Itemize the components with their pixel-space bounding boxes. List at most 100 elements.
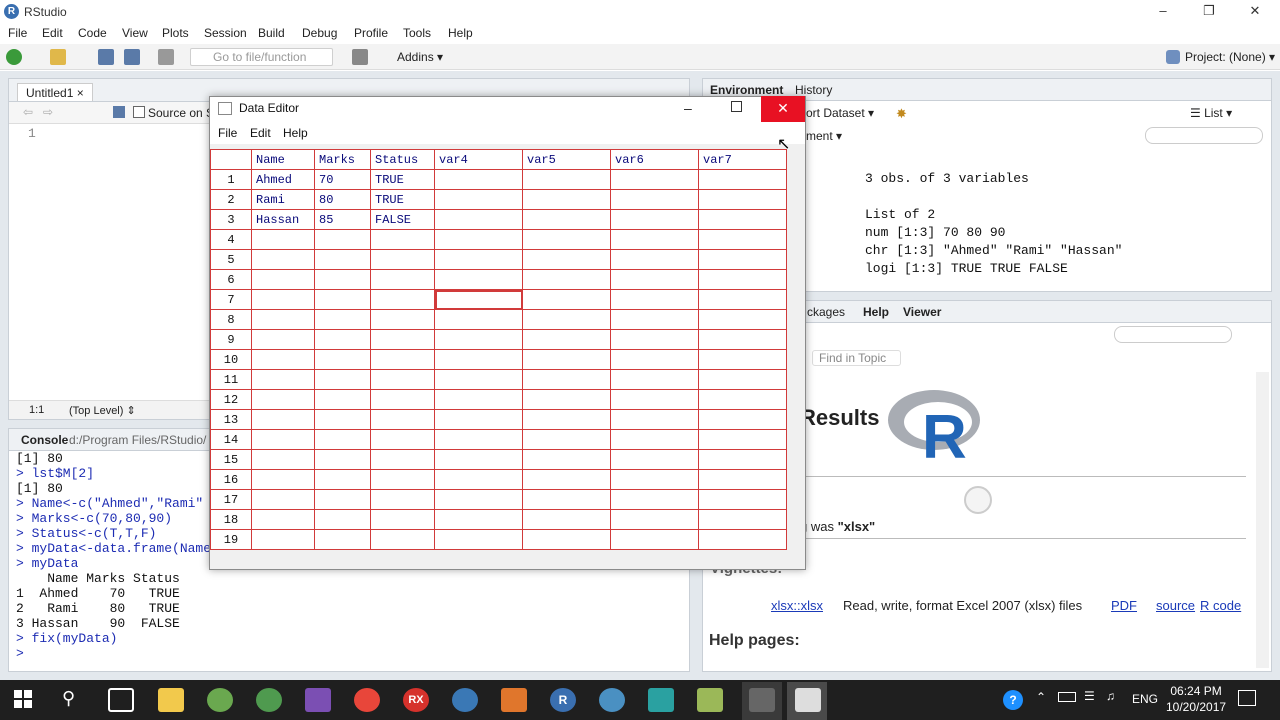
grid-cell[interactable] [370,369,435,390]
menu-tools[interactable]: Tools [403,26,431,40]
grid-cell[interactable] [251,349,315,370]
environment-search-input[interactable] [1145,127,1263,144]
row-header[interactable]: 2 [210,189,252,210]
grid-cell[interactable] [251,409,315,430]
grid-cell[interactable] [434,389,523,410]
grid-cell[interactable] [251,229,315,250]
grid-cell[interactable] [698,269,787,290]
grid-cell[interactable] [698,289,787,310]
grid-cell[interactable] [370,229,435,250]
grid-cell[interactable] [522,209,611,230]
grid-cell[interactable] [370,449,435,470]
grid-cell[interactable] [522,329,611,350]
grid-cell[interactable] [698,509,787,530]
menu-profile[interactable]: Profile [354,26,388,40]
data-editor-menu-edit[interactable]: Edit [250,126,271,140]
grid-cell[interactable] [522,509,611,530]
grid-cell[interactable] [698,449,787,470]
grid-cell[interactable] [698,529,787,550]
grid-cell[interactable] [251,389,315,410]
matlab-icon[interactable] [501,688,527,712]
grid-cell[interactable] [522,469,611,490]
grid-cell[interactable]: 70 [314,169,371,190]
grid-cell[interactable] [610,169,699,190]
grid-cell[interactable] [698,369,787,390]
grid-cell[interactable] [698,249,787,270]
grid-cell[interactable] [434,409,523,430]
grid-cell[interactable] [251,249,315,270]
menu-debug[interactable]: Debug [302,26,337,40]
grid-cell[interactable] [610,449,699,470]
globe-icon[interactable] [256,688,282,712]
grid-cell[interactable] [434,369,523,390]
grid-cell[interactable] [434,449,523,470]
grid-cell[interactable] [522,369,611,390]
grid-cell[interactable] [251,309,315,330]
grid-cell[interactable] [522,489,611,510]
grid-cell[interactable] [698,469,787,490]
column-header[interactable]: Marks [314,149,371,170]
grid-cell[interactable] [434,529,523,550]
grid-cell[interactable] [522,289,611,310]
tray-chevron-icon[interactable]: ⌃ [1036,690,1046,704]
menu-build[interactable]: Build [258,26,285,40]
file-explorer-icon[interactable] [158,688,184,712]
tab-packages[interactable]: ckages [807,305,845,319]
grid-cell[interactable] [434,349,523,370]
row-header[interactable]: 1 [210,169,252,190]
column-header[interactable]: var6 [610,149,699,170]
grid-cell[interactable] [522,349,611,370]
grid-cell[interactable] [610,309,699,330]
column-header[interactable]: var4 [434,149,523,170]
grid-cell[interactable] [698,489,787,510]
data-editor-titlebar[interactable] [210,97,805,122]
grid-cell[interactable] [610,389,699,410]
grid-cell[interactable] [698,189,787,210]
grid-cell[interactable] [610,429,699,450]
chrome-icon[interactable] [354,688,380,712]
row-header[interactable]: 3 [210,209,252,230]
grid-cell[interactable] [370,489,435,510]
wifi-icon[interactable]: ☰ [1084,689,1095,703]
grid-cell[interactable] [610,349,699,370]
grid-cell[interactable] [370,269,435,290]
grid-cell[interactable] [522,409,611,430]
row-header[interactable]: 6 [210,269,252,290]
grid-cell[interactable] [370,349,435,370]
minimize-button[interactable]: – [1140,0,1186,24]
print-icon[interactable] [158,49,174,65]
list-view-menu[interactable]: ☰ List ▾ [1190,106,1232,120]
close-button[interactable]: ✕ [1232,0,1278,24]
grid-cell[interactable] [610,489,699,510]
column-header[interactable]: var5 [522,149,611,170]
tab-console[interactable]: Console [21,433,68,447]
grid-cell[interactable] [434,249,523,270]
row-header[interactable]: 8 [210,309,252,330]
grid-cell[interactable] [698,309,787,330]
grid-cell[interactable] [522,449,611,470]
tools-app-icon[interactable] [749,688,775,712]
save-all-icon[interactable] [124,49,140,65]
grid-cell[interactable] [370,309,435,330]
grid-cell[interactable] [251,529,315,550]
project-menu[interactable]: Project: (None) ▾ [1185,50,1275,64]
grid-cell[interactable] [434,489,523,510]
back-arrow-icon[interactable]: ⇦ [23,105,33,119]
grid-cell[interactable] [434,209,523,230]
menu-help[interactable]: Help [448,26,473,40]
global-environment-menu[interactable]: ment ▾ [806,129,842,143]
row-header[interactable]: 13 [210,409,252,430]
grid-cell[interactable] [698,169,787,190]
grid-cell[interactable] [434,289,523,310]
grid-cell[interactable] [314,529,371,550]
volume-icon[interactable]: ♫ [1106,689,1115,703]
grid-cell[interactable] [698,229,787,250]
grid-cell[interactable] [251,509,315,530]
menu-session[interactable]: Session [204,26,247,40]
grid-cell[interactable] [314,269,371,290]
search-icon[interactable]: ⚲ [62,688,75,709]
rcode-link[interactable]: R code [1200,598,1241,613]
xlsx-link[interactable]: xlsx::xlsx [771,598,823,613]
data-editor-maximize-button[interactable] [731,101,742,112]
grid-cell[interactable] [251,469,315,490]
